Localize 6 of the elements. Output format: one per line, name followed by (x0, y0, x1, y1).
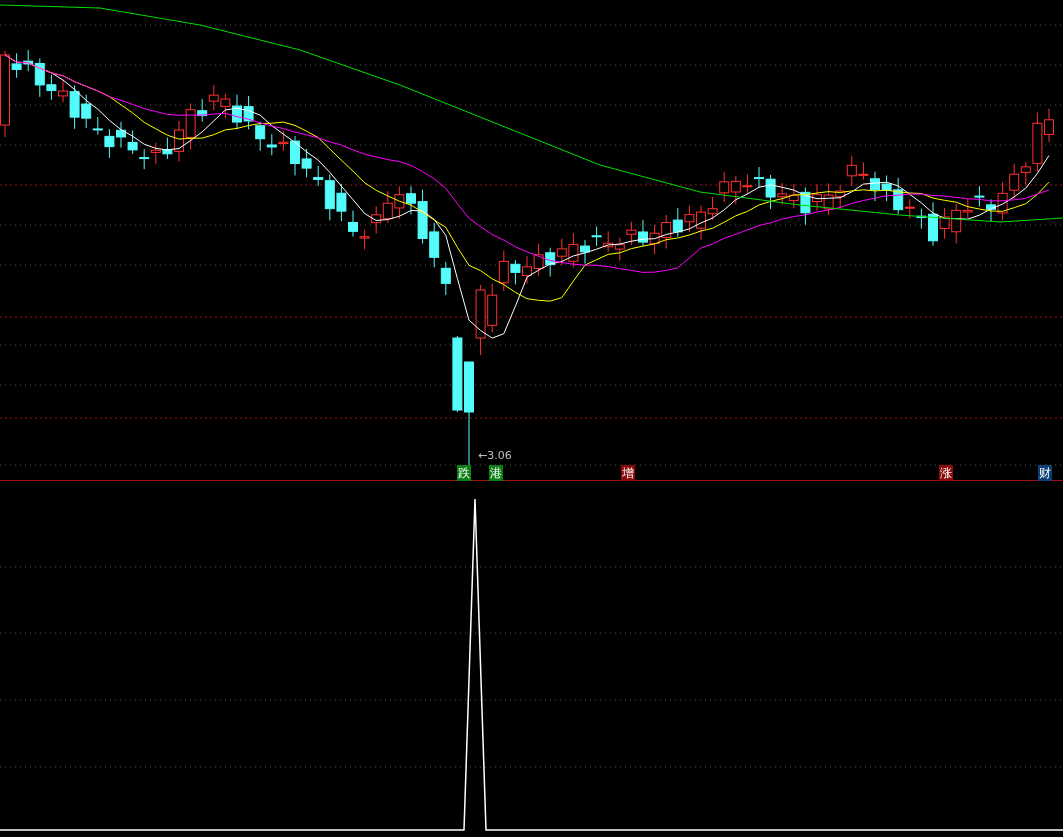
low-price-label: ←3.06 (478, 449, 512, 463)
signal-tag: 跌 (457, 465, 471, 481)
signal-tag: 财 (1038, 465, 1052, 481)
signal-tag: 涨 (939, 465, 953, 481)
signal-tag: 港 (489, 465, 503, 481)
signal-tag: 增 (621, 465, 635, 481)
